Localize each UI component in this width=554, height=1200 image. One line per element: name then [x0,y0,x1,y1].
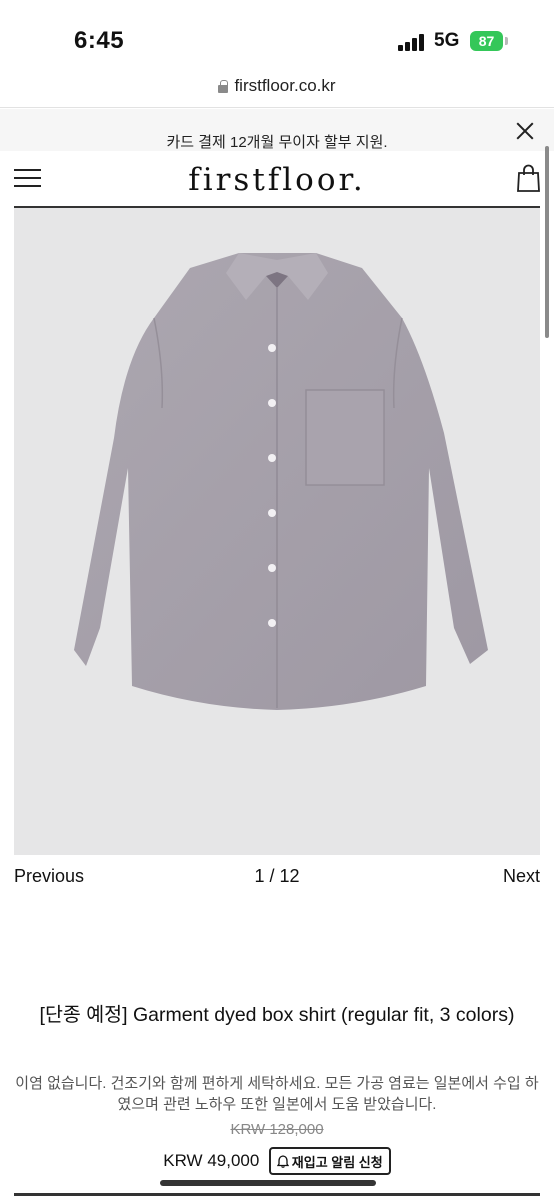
scrollbar[interactable] [545,146,549,338]
original-price: KRW 128,000 [230,1121,324,1138]
restock-label: 재입고 알림 신청 [291,1154,383,1170]
battery-icon: 87 [470,31,503,51]
status-bar: 6:45 5G 87 [0,0,554,70]
promo-banner: 카드 결제 12개월 무이자 할부 지원. [0,109,554,151]
url-text: firstfloor.co.kr [234,76,336,95]
site-logo[interactable]: firstfloor. [14,162,540,198]
sale-price: KRW 49,000 [163,1151,260,1170]
address-bar[interactable]: firstfloor.co.kr [0,70,554,108]
price-row: KRW 49,000 재입고 알림 신청 [0,1147,554,1175]
gallery-nav: Previous 1 / 12 Next [14,866,540,890]
shirt-illustration [74,253,488,710]
lock-icon [218,79,229,93]
site-header: firstfloor. [14,152,540,208]
close-icon[interactable] [515,121,535,141]
product-title: [단종 예정] Garment dyed box shirt (regular … [39,1004,515,1026]
promo-text: 카드 결제 12개월 무이자 할부 지원. [166,134,388,151]
signal-icon [398,33,428,51]
shopping-bag-icon[interactable] [517,164,540,192]
image-counter: 1 / 12 [254,866,300,886]
divider [14,1193,540,1196]
battery-tip [505,37,508,45]
next-button[interactable]: Next [503,866,540,887]
product-image[interactable] [14,208,540,855]
bell-icon [276,1154,289,1168]
status-time: 6:45 [74,27,125,54]
product-description: 이염 없습니다. 건조기와 함께 편하게 세탁하세요. 모든 가공 염료는 일본… [15,1075,539,1113]
home-indicator[interactable] [160,1180,376,1186]
restock-alert-button[interactable]: 재입고 알림 신청 [268,1147,391,1175]
network-label: 5G [434,30,460,51]
